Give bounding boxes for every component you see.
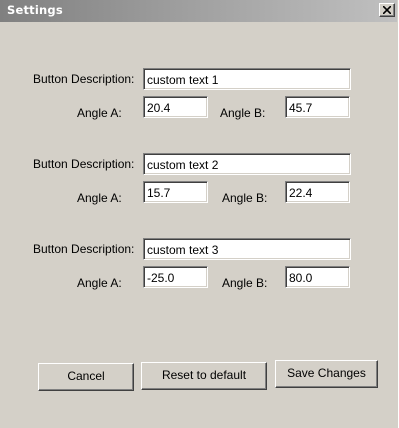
angle-a-label: Angle A: bbox=[77, 191, 122, 205]
button-description-field-1[interactable] bbox=[143, 68, 351, 90]
settings-dialog: Settings Button Description: Angle A: An… bbox=[0, 0, 399, 428]
button-description-label: Button Description: bbox=[33, 72, 135, 86]
save-changes-button[interactable]: Save Changes bbox=[275, 360, 378, 388]
angle-a-field-1[interactable] bbox=[143, 96, 208, 118]
angle-a-label: Angle A: bbox=[77, 276, 122, 290]
angle-b-field-1[interactable] bbox=[285, 96, 350, 118]
button-description-field-3[interactable] bbox=[143, 238, 351, 260]
angle-a-field-3[interactable] bbox=[143, 266, 208, 288]
angle-b-label: Angle B: bbox=[222, 276, 268, 290]
cancel-button[interactable]: Cancel bbox=[38, 363, 134, 391]
angle-b-label: Angle B: bbox=[222, 191, 268, 205]
angle-b-field-3[interactable] bbox=[285, 266, 350, 288]
angle-a-field-2[interactable] bbox=[143, 181, 208, 203]
close-button[interactable] bbox=[379, 3, 395, 17]
angle-b-label: Angle B: bbox=[220, 106, 266, 120]
button-description-label: Button Description: bbox=[33, 157, 135, 171]
button-description-field-2[interactable] bbox=[143, 153, 351, 175]
angle-a-label: Angle A: bbox=[77, 106, 122, 120]
button-description-label: Button Description: bbox=[33, 242, 135, 256]
angle-b-field-2[interactable] bbox=[285, 181, 350, 203]
close-icon bbox=[383, 6, 391, 14]
window-title: Settings bbox=[7, 3, 63, 17]
reset-to-default-button[interactable]: Reset to default bbox=[141, 362, 267, 390]
title-bar[interactable]: Settings bbox=[0, 0, 397, 22]
